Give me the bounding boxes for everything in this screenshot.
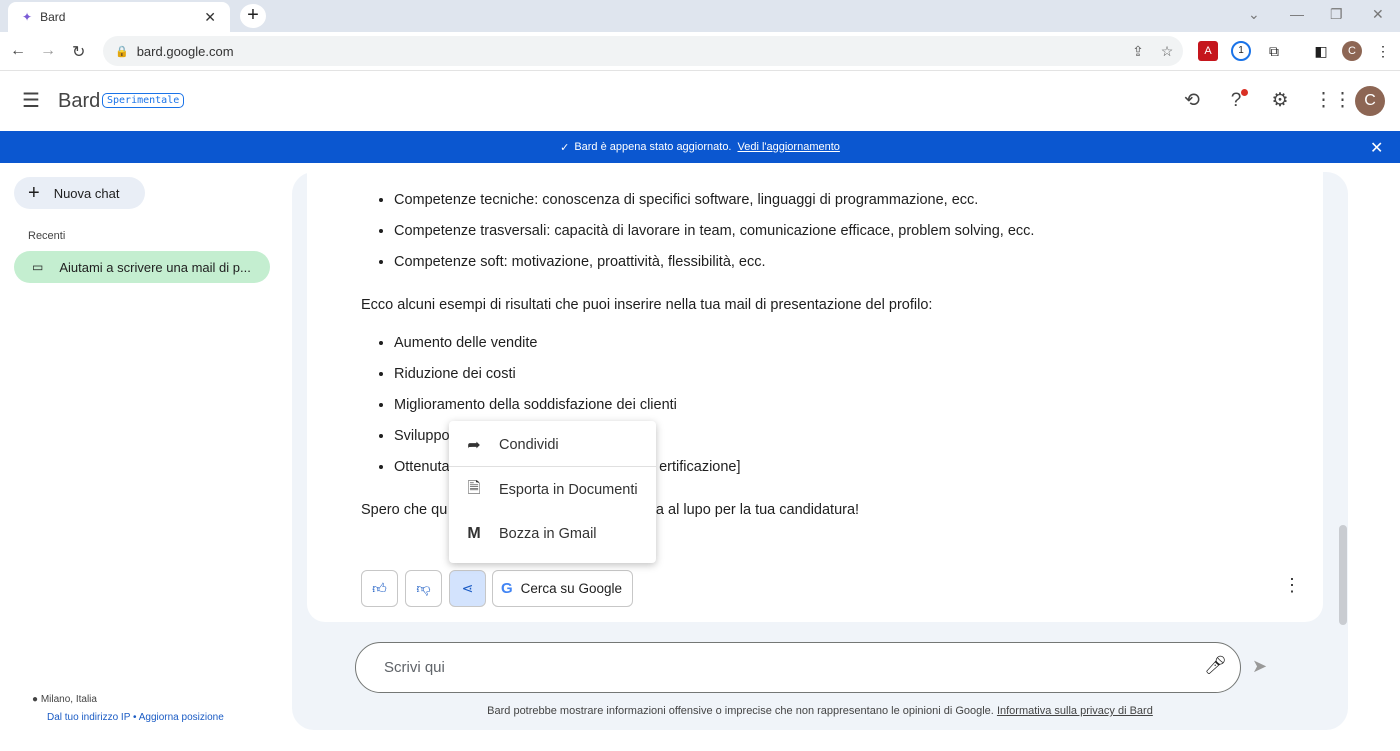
password-manager-extension-icon[interactable]: 1 [1231, 41, 1251, 61]
share-menu: ➦ Condividi 🗎 Esporta in Documenti M Bozza … [449, 421, 656, 563]
recent-chat-label: Aiutami a scrivere una mail di p... [59, 259, 251, 275]
restore-button[interactable]: ❐ [1330, 6, 1343, 23]
list-item: Aumento delle vendite [394, 331, 1301, 362]
acrobat-extension-icon[interactable]: A [1198, 41, 1218, 61]
update-location-link[interactable]: Aggiorna posizione [139, 712, 224, 723]
settings-gear-icon[interactable]: ⚙ [1268, 89, 1292, 113]
history-icon[interactable]: ⟲ [1180, 89, 1204, 113]
close-tab-icon[interactable]: ✕ [204, 9, 216, 26]
recent-heading: Recenti [28, 230, 66, 242]
reload-icon[interactable]: ↻ [72, 42, 85, 62]
google-search-label: Cerca su Google [520, 581, 622, 596]
check-circle-icon: ✓ [560, 141, 570, 154]
lock-icon: 🔒 [115, 45, 129, 58]
account-avatar[interactable]: C [1355, 86, 1385, 116]
thumbs-up-button[interactable]: 👍︎ [361, 570, 398, 607]
list-item: Riduzione dei costi [394, 362, 1301, 393]
close-banner-icon[interactable]: ✕ [1370, 138, 1383, 158]
location: ● Milano, Italia [32, 694, 97, 705]
paragraph: Ecco alcuni esempi di risultati che puoi… [361, 297, 933, 313]
new-tab-button[interactable]: + [240, 4, 266, 28]
gmail-icon: M [467, 525, 481, 542]
list-item: Competenze tecniche: conoscenza di speci… [394, 188, 1301, 219]
menu-item-label: Condividi [499, 436, 559, 453]
address-bar[interactable]: 🔒 bard.google.com [103, 36, 1183, 66]
menu-item-share[interactable]: ➦ Condividi [449, 423, 656, 467]
list-item: Competenze trasversali: capacità di lavo… [394, 219, 1301, 250]
list-item: Miglioramento della soddisfazione dei cl… [394, 393, 1301, 424]
bookmark-star-icon[interactable]: ☆ [1157, 41, 1177, 61]
menu-item-gmail-draft[interactable]: M Bozza in Gmail [449, 512, 656, 556]
google-g-icon: G [501, 580, 513, 597]
menu-item-label: Esporta in Documenti [499, 482, 638, 498]
tab-search-icon[interactable]: ⌄ [1248, 6, 1260, 23]
side-panel-icon[interactable]: ◧ [1311, 41, 1331, 61]
document-icon: 🗎 [467, 479, 481, 497]
app-logo: Bard [58, 90, 101, 112]
banner-text: Bard è appena stato aggiornato. [574, 141, 732, 153]
url-text: bard.google.com [136, 43, 234, 59]
recent-chat-item[interactable]: ▭ Aiutami a scrivere una mail di p... [14, 251, 270, 283]
disclaimer-text: Bard potrebbe mostrare informazioni offe… [487, 705, 994, 717]
view-update-link[interactable]: Vedi l'aggiornamento [738, 141, 840, 153]
location-text: Milano, Italia [40, 694, 97, 705]
share-button[interactable]: ⋖ [449, 570, 486, 607]
back-icon[interactable]: ← [10, 42, 26, 60]
privacy-link[interactable]: Informativa sulla privacy di Bard [997, 705, 1153, 717]
disclaimer: Bard potrebbe mostrare informazioni offe… [292, 705, 1348, 717]
chat-bubble-icon: ▭ [32, 260, 44, 274]
list-item: Competenze soft: motivazione, proattivit… [394, 250, 1301, 281]
location-source: Dal tuo indirizzo IP • Aggiorna posizion… [47, 712, 224, 723]
extensions-icon[interactable]: ⧉ [1264, 41, 1284, 61]
forward-icon[interactable]: → [40, 42, 56, 60]
plus-icon: + [28, 181, 40, 204]
new-chat-label: Nuova chat [53, 185, 120, 201]
menu-item-label: Bozza in Gmail [499, 526, 597, 542]
menu-item-export-docs[interactable]: 🗎 Esporta in Documenti [449, 468, 656, 512]
browser-menu-icon[interactable]: ⋮ [1373, 41, 1393, 61]
apps-grid-icon[interactable]: ⋮⋮⋮ [1314, 89, 1371, 113]
update-banner: ✓ Bard è appena stato aggiornato. Vedi l'a… [0, 131, 1400, 163]
thumbs-down-button[interactable]: 👎︎ [405, 570, 442, 607]
experimental-badge: Sperimentale [102, 93, 185, 108]
share-page-icon[interactable]: ⇪ [1128, 41, 1148, 61]
google-search-button[interactable]: G Cerca su Google [492, 570, 633, 607]
scrollbar[interactable] [1339, 525, 1347, 625]
more-options-icon[interactable]: ⋮ [1283, 575, 1301, 596]
send-icon[interactable]: ➤ [1252, 656, 1267, 677]
minimize-button[interactable]: — [1290, 6, 1304, 22]
prompt-placeholder: Scrivi qui [384, 659, 445, 676]
profile-avatar[interactable]: C [1342, 41, 1362, 61]
main-menu-icon[interactable]: ☰ [22, 88, 40, 113]
close-window-button[interactable]: ✕ [1372, 6, 1384, 23]
help-icon[interactable]: ? [1224, 89, 1248, 113]
prompt-input[interactable]: Scrivi qui [355, 642, 1241, 693]
tab-title: Bard [40, 10, 66, 24]
location-source-text: Dal tuo indirizzo IP [47, 712, 131, 723]
bard-sparkle-icon: ✦ [22, 10, 33, 24]
share-arrow-icon: ➦ [467, 436, 481, 454]
microphone-icon[interactable]: 🎤︎ [1204, 655, 1227, 676]
new-chat-button[interactable]: + Nuova chat [14, 177, 145, 209]
browser-tab[interactable]: ✦ Bard ✕ [8, 2, 230, 32]
